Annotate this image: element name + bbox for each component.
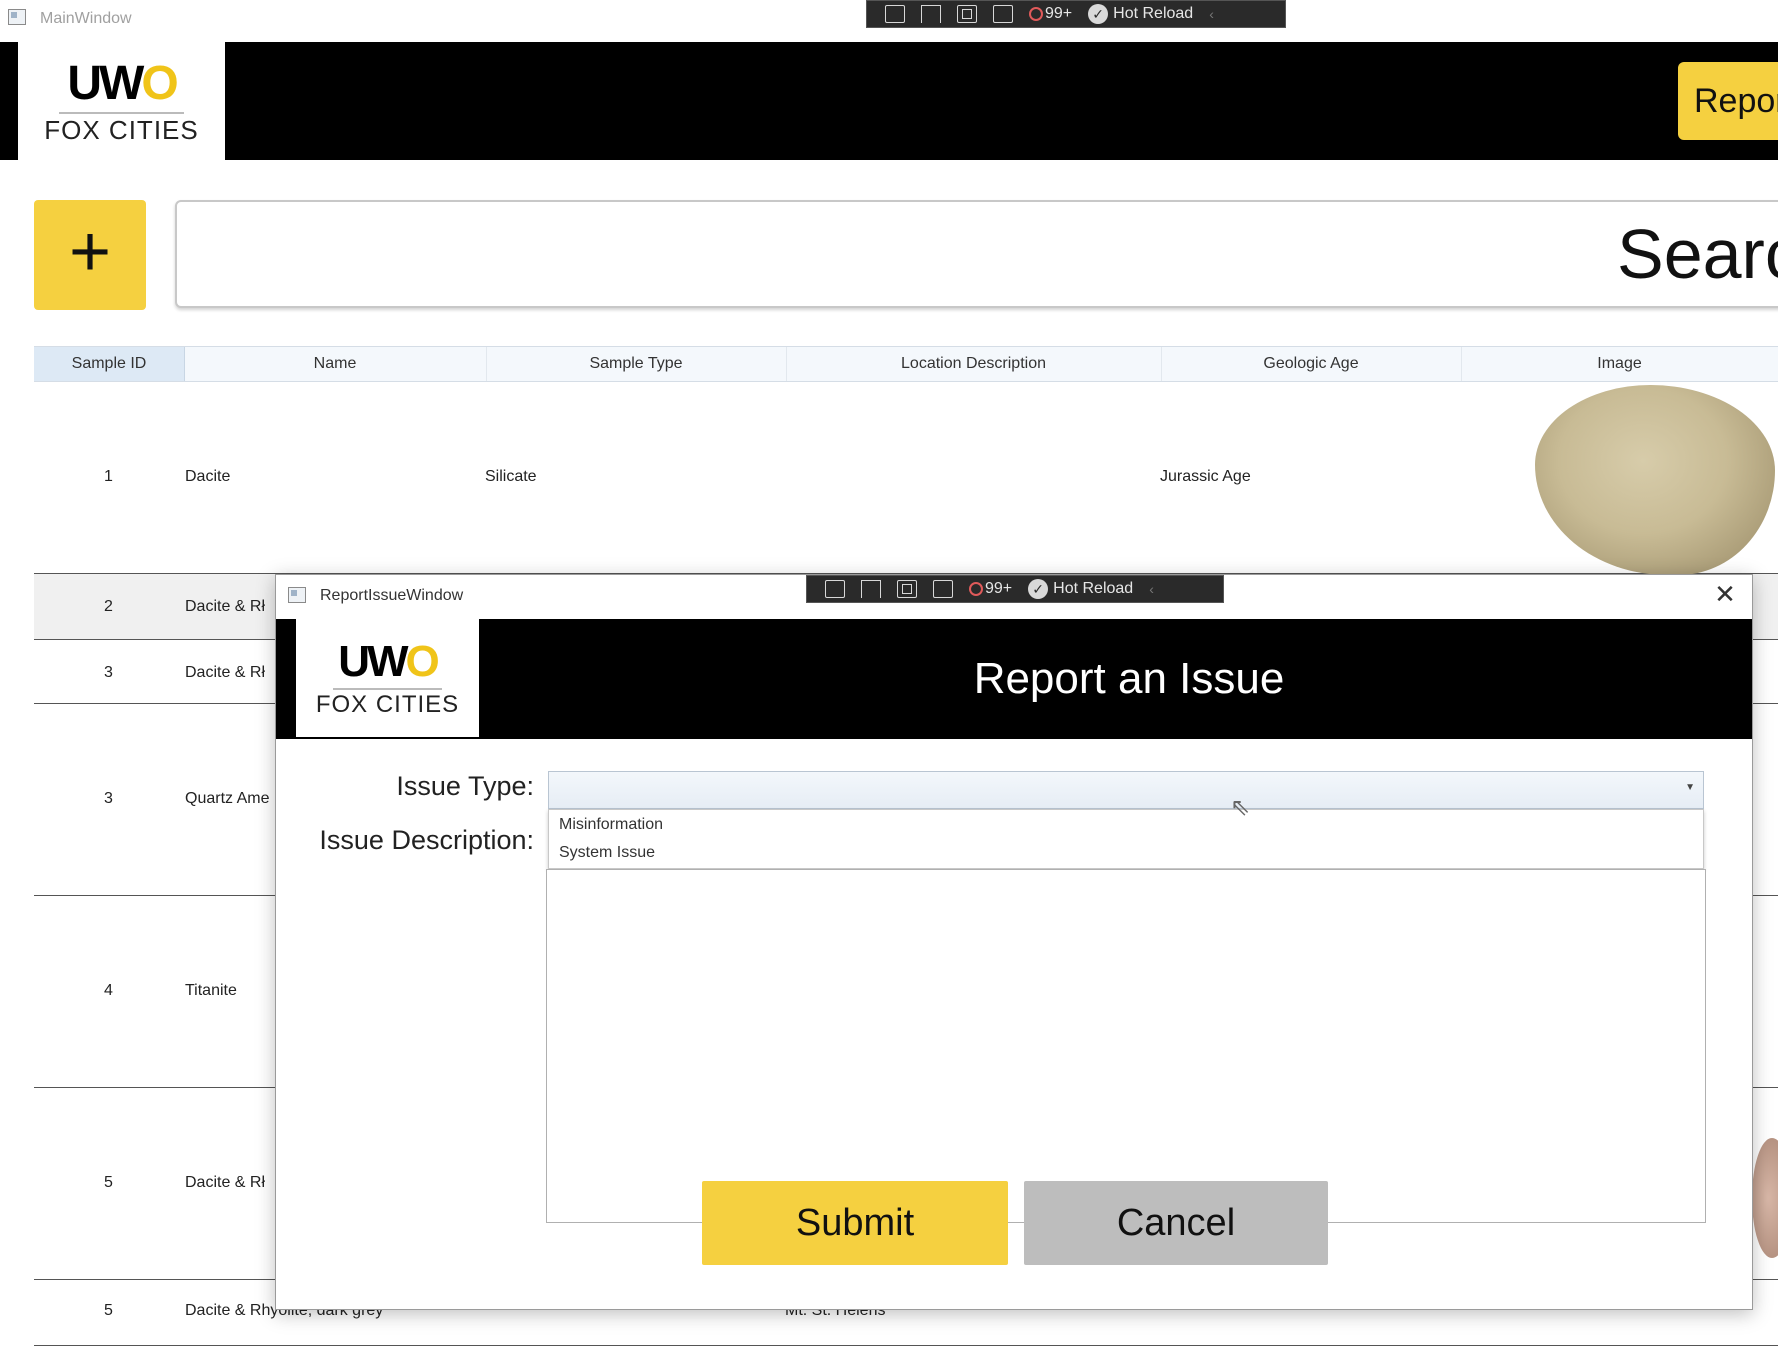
binding-errors-badge[interactable]: 99+ (1029, 5, 1072, 23)
cell-geologic-age: Jurassic Age (1160, 468, 1251, 485)
uwo-logo: UWO FOX CITIES (296, 619, 479, 737)
table-row[interactable]: 1 Dacite Silicate Jurassic Age (34, 382, 1778, 574)
grid-header: Sample ID Name Sample Type Location Desc… (34, 346, 1778, 382)
track-focus-icon[interactable] (933, 580, 953, 598)
collapse-toolbar-icon[interactable]: ‹ (1209, 6, 1214, 22)
debug-toolbar: 99+ ✓ Hot Reload ‹ (866, 0, 1286, 28)
cell-name: Dacite (185, 468, 231, 485)
chevron-down-icon: ▼ (1685, 782, 1695, 793)
dialog-window-title: ReportIssueWindow (320, 587, 464, 604)
debug-toolbar: 99+ ✓ Hot Reload ‹ (806, 575, 1224, 603)
mouse-cursor-icon: ⇖ (1230, 794, 1251, 821)
report-button[interactable]: Repor (1678, 62, 1778, 140)
column-header-sample-type[interactable]: Sample Type (486, 347, 787, 381)
cell-sample-type: Silicate (485, 468, 537, 485)
cell-sample-id: 5 (104, 1174, 113, 1191)
column-header-location[interactable]: Location Description (786, 347, 1162, 381)
main-titlebar: MainWindow 99+ ✓ Hot Reload ‹ (0, 0, 1778, 42)
search-input[interactable]: Searc (175, 200, 1778, 308)
window-icon (8, 9, 26, 25)
window-icon (288, 587, 306, 603)
column-header-image[interactable]: Image (1461, 347, 1778, 381)
cell-name: Titanite (185, 982, 237, 999)
live-tree-icon[interactable] (885, 5, 905, 23)
cell-sample-id: 2 (104, 598, 113, 615)
binding-errors-badge[interactable]: 99+ (969, 580, 1012, 598)
app-header: UWO FOX CITIES (0, 42, 1778, 160)
add-sample-button[interactable]: + (34, 200, 146, 310)
cell-name: Dacite & Rł (185, 664, 266, 681)
option-misinformation[interactable]: Misinformation (559, 816, 663, 834)
track-focus-icon[interactable] (993, 5, 1013, 23)
cell-sample-id: 5 (104, 1302, 113, 1319)
hot-reload-status[interactable]: ✓ Hot Reload (1088, 4, 1193, 24)
display-adorners-icon[interactable] (957, 5, 977, 23)
column-header-sample-id[interactable]: Sample ID (34, 347, 185, 381)
issue-description-label: Issue Description: (319, 825, 534, 855)
dialog-heading: Report an Issue (973, 654, 1285, 703)
cell-sample-id: 1 (104, 468, 113, 485)
cancel-button[interactable]: Cancel (1024, 1181, 1328, 1265)
collapse-toolbar-icon[interactable]: ‹ (1149, 581, 1154, 597)
option-system-issue[interactable]: System Issue (559, 844, 655, 862)
window-title: MainWindow (40, 10, 132, 27)
issue-type-options-list: Misinformation System Issue (548, 809, 1704, 869)
issue-type-dropdown[interactable]: ▼ (548, 771, 1704, 809)
cell-name: Dacite & Rł (185, 598, 266, 615)
issue-type-label: Issue Type: (396, 771, 534, 801)
cell-name: Dacite & Rł (185, 1174, 266, 1191)
cell-sample-id: 4 (104, 982, 113, 999)
live-tree-icon[interactable] (825, 580, 845, 598)
hot-reload-status[interactable]: ✓ Hot Reload (1028, 579, 1133, 599)
error-icon (1029, 7, 1043, 21)
column-header-geologic-age[interactable]: Geologic Age (1161, 347, 1462, 381)
issue-description-textarea[interactable] (546, 869, 1706, 1223)
cell-sample-id: 3 (104, 664, 113, 681)
check-icon: ✓ (1088, 4, 1109, 24)
check-icon: ✓ (1028, 579, 1049, 599)
dialog-header: UWO FOX CITIES Report an Issue (276, 619, 1752, 739)
error-icon (969, 582, 983, 596)
display-adorners-icon[interactable] (897, 580, 917, 598)
cell-name: Quartz Ame (185, 790, 270, 807)
uwo-logo: UWO FOX CITIES (18, 42, 225, 160)
select-element-icon[interactable] (921, 5, 941, 23)
submit-button[interactable]: Submit (702, 1181, 1008, 1265)
cell-sample-id: 3 (104, 790, 113, 807)
column-header-name[interactable]: Name (184, 347, 487, 381)
close-button[interactable]: ✕ (1710, 579, 1740, 609)
report-issue-dialog: ReportIssueWindow 99+ ✓ Hot Reload ‹ ✕ UW… (275, 574, 1753, 1310)
select-element-icon[interactable] (861, 580, 881, 598)
